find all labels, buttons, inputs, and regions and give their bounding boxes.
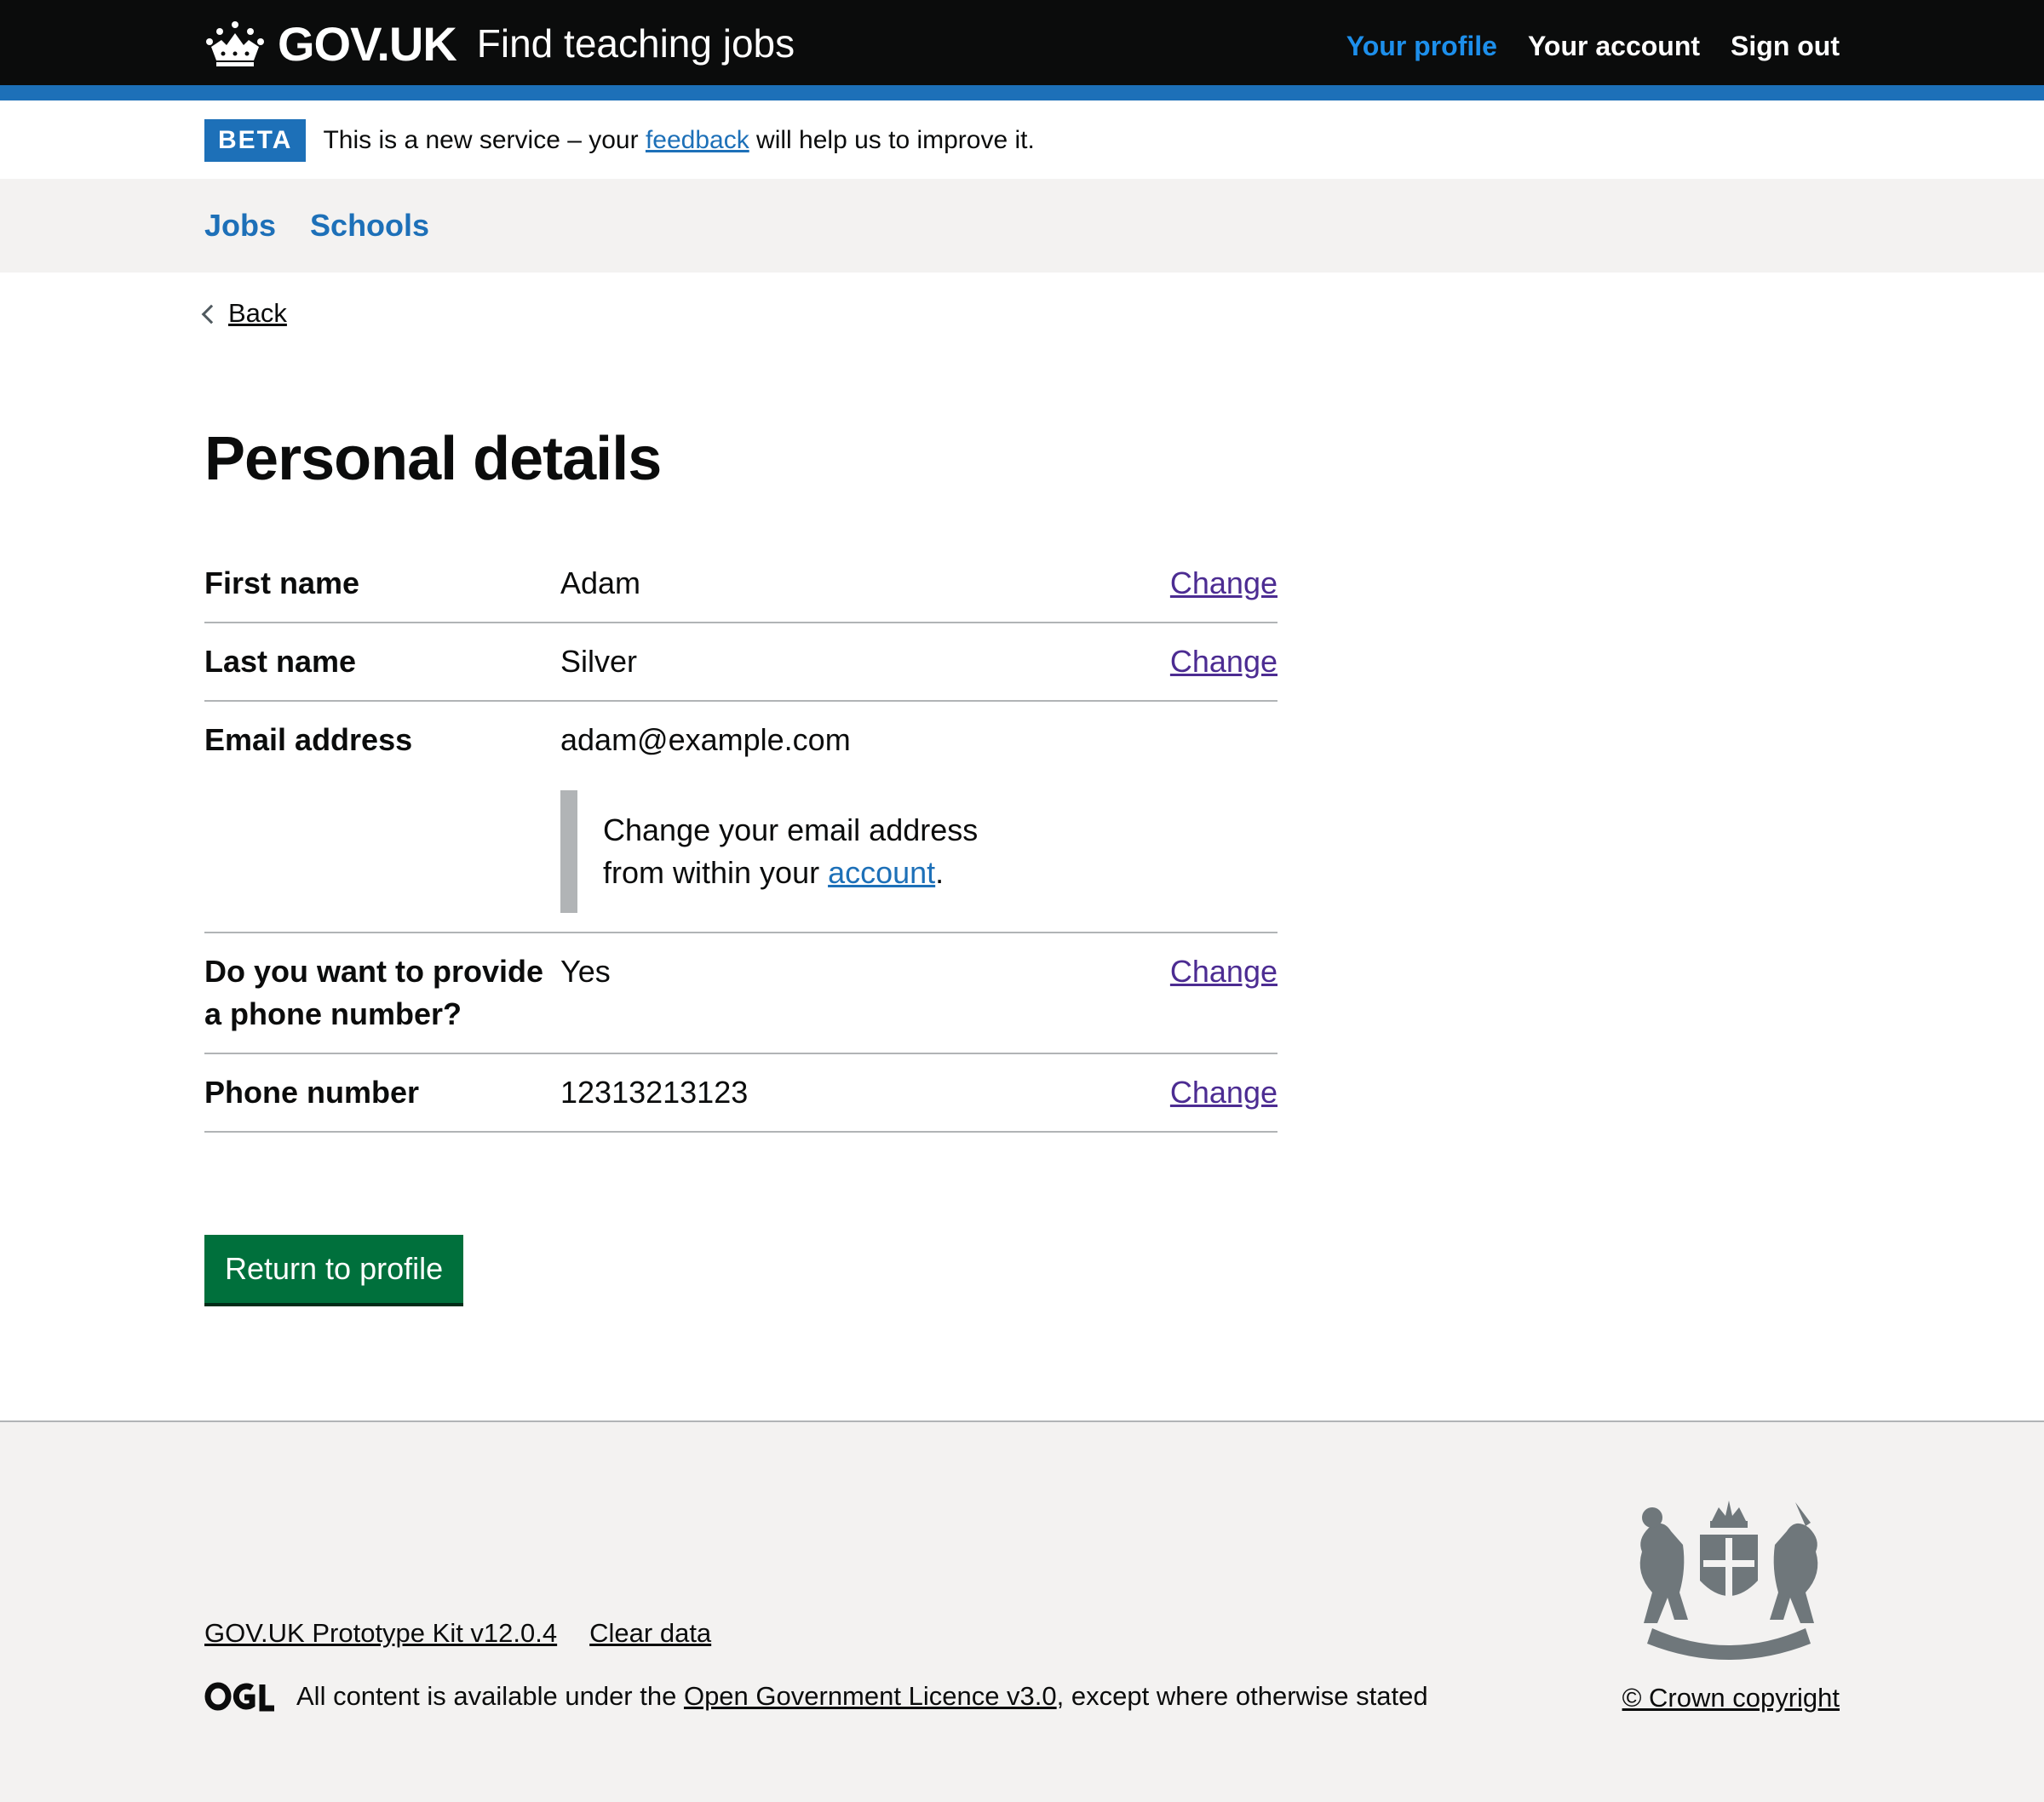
change-first-name-link[interactable]: Change (1170, 565, 1278, 600)
chevron-left-icon (201, 304, 221, 324)
summary-row-last-name: Last name Silver Change (204, 623, 1278, 702)
licence-before: All content is available under the (296, 1681, 684, 1711)
summary-row-provide-phone: Do you want to provide a phone number? Y… (204, 933, 1278, 1054)
header-stripe (0, 85, 2044, 100)
subnav-jobs[interactable]: Jobs (204, 208, 276, 244)
royal-coat-of-arms-icon (1639, 1501, 1818, 1660)
header-nav: Your profile Your account Sign out (1346, 31, 1840, 62)
beta-tag: BETA (204, 119, 307, 162)
licence-after: , except where otherwise stated (1056, 1681, 1428, 1711)
site-header: GOV.UK Find teaching jobs Your profile Y… (0, 0, 2044, 85)
back-link-container: Back (201, 298, 287, 329)
account-link[interactable]: account (828, 855, 935, 890)
summary-key: Email address (204, 722, 413, 757)
summary-row-email: Email address adam@example.com Change yo… (204, 702, 1278, 933)
summary-action-empty (1107, 719, 1278, 915)
crown-icon (206, 21, 264, 66)
inset-line-2: from within your account. (603, 852, 1012, 894)
nav-your-profile[interactable]: Your profile (1346, 31, 1497, 62)
licence-text: All content is available under the Open … (204, 1681, 1428, 1712)
change-provide-phone-link[interactable]: Change (1170, 954, 1278, 989)
inset-line-2-before: from within your (603, 855, 829, 890)
summary-key: Do you want to provide a phone number? (204, 954, 544, 1031)
beta-text-after: will help us to improve it. (749, 126, 1035, 154)
nav-your-account[interactable]: Your account (1528, 31, 1700, 62)
summary-row-phone-number: Phone number 12313213123 Change (204, 1054, 1278, 1133)
govuk-logo[interactable]: GOV.UK Find teaching jobs (204, 15, 795, 72)
beta-text: This is a new service – your feedback wi… (323, 126, 1034, 155)
sub-navigation: Jobs Schools (0, 179, 2044, 273)
summary-value: Yes (560, 954, 611, 989)
summary-value: Adam (560, 565, 641, 600)
page-title: Personal details (204, 425, 662, 493)
summary-row-first-name: First name Adam Change (204, 545, 1278, 623)
crown-copyright-link[interactable]: © Crown copyright (1622, 1683, 1840, 1713)
email-value: adam@example.com (560, 722, 851, 757)
footer-links: GOV.UK Prototype Kit v12.0.4 Clear data (204, 1618, 711, 1649)
open-government-licence-link[interactable]: Open Government Licence v3.0 (684, 1681, 1057, 1711)
nav-sign-out[interactable]: Sign out (1731, 31, 1840, 62)
footer-link-clear-data[interactable]: Clear data (589, 1618, 711, 1649)
return-to-profile-button[interactable]: Return to profile (204, 1235, 464, 1303)
summary-value: 12313213123 (560, 1075, 749, 1110)
site-footer: GOV.UK Prototype Kit v12.0.4 Clear data … (0, 1420, 2044, 1802)
change-last-name-link[interactable]: Change (1170, 644, 1278, 679)
ogl-logo-icon (204, 1682, 274, 1712)
beta-banner: BETA This is a new service – your feedba… (204, 119, 1035, 162)
beta-text-before: This is a new service – your (323, 126, 646, 154)
back-link[interactable]: Back (228, 298, 287, 329)
service-name[interactable]: Find teaching jobs (477, 20, 795, 66)
summary-key: First name (204, 565, 360, 600)
summary-value: Silver (560, 644, 638, 679)
summary-key: Last name (204, 644, 357, 679)
email-inset-text: Change your email address from within yo… (560, 790, 1037, 913)
summary-value-email: adam@example.com Change your email addre… (560, 719, 1107, 915)
inset-line-2-after: . (935, 855, 944, 890)
inset-line-1: Change your email address (603, 812, 979, 847)
change-phone-number-link[interactable]: Change (1170, 1075, 1278, 1110)
subnav-schools[interactable]: Schools (310, 208, 429, 244)
summary-key: Phone number (204, 1075, 420, 1110)
footer-link-prototype-kit[interactable]: GOV.UK Prototype Kit v12.0.4 (204, 1618, 557, 1649)
summary-list: First name Adam Change Last name Silver … (204, 545, 1278, 1133)
govuk-logotype: GOV.UK (278, 16, 457, 71)
feedback-link[interactable]: feedback (646, 126, 749, 154)
